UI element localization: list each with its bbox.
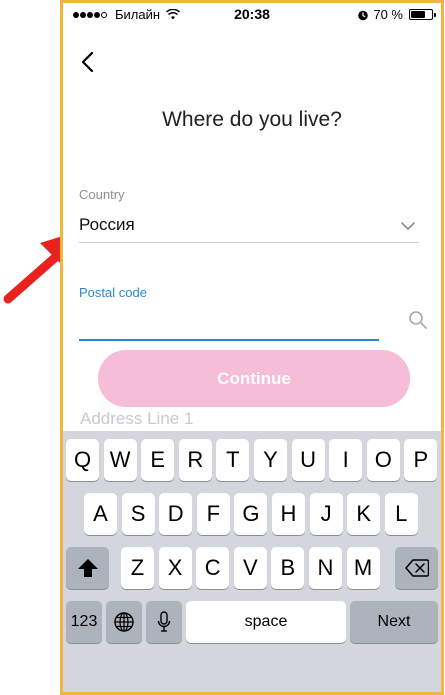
key-s[interactable]: S [121,493,155,535]
shift-key[interactable] [66,547,109,589]
key-n[interactable]: N [309,547,342,589]
backspace-key[interactable] [395,547,438,589]
country-value: Россия [79,215,135,234]
search-icon[interactable] [408,310,428,330]
key-j[interactable]: J [309,493,343,535]
keyboard-row-2: ASDFGHJKL [63,493,441,537]
phone-screen: Билайн 20:38 70 % Where do you live? Cou… [60,0,444,695]
key-h[interactable]: H [272,493,305,535]
keyboard-row-1: QWERTYUIOP [63,439,441,483]
address-line-1-field[interactable]: Address Line 1 [80,409,193,429]
key-o[interactable]: O [366,439,400,481]
key-g[interactable]: G [234,493,268,535]
key-u[interactable]: U [291,439,325,481]
key-q[interactable]: Q [66,439,99,481]
shift-icon [77,559,98,577]
postal-code-label: Postal code [79,285,147,300]
key-v[interactable]: V [233,547,267,589]
key-f[interactable]: F [196,493,230,535]
country-label: Country [79,187,125,202]
chevron-down-icon [401,222,415,230]
status-bar: Билайн 20:38 70 % [63,3,441,25]
key-m[interactable]: M [346,547,380,589]
chevron-left-icon [81,51,94,73]
alarm-icon [358,10,369,20]
key-y[interactable]: Y [254,439,287,481]
battery-level-fill [411,11,425,18]
keyboard-row-3: ZXCVBNM [63,547,441,591]
key-w[interactable]: W [103,439,137,481]
dictation-key[interactable] [146,601,182,643]
key-a[interactable]: A [84,493,117,535]
key-d[interactable]: D [159,493,193,535]
status-right: 70 % [357,7,436,22]
globe-key[interactable] [106,601,142,643]
key-k[interactable]: K [347,493,381,535]
space-key[interactable]: space [186,601,346,643]
key-l[interactable]: L [384,493,418,535]
backspace-icon [404,559,429,577]
key-c[interactable]: C [196,547,230,589]
key-z[interactable]: Z [121,547,154,589]
key-b[interactable]: B [271,547,305,589]
key-t[interactable]: T [216,439,250,481]
numbers-key[interactable]: 123 [66,601,102,643]
continue-button[interactable]: Continue [98,350,410,407]
globe-icon [114,612,134,632]
battery-icon [409,9,436,20]
country-select[interactable]: Россия [79,207,419,243]
page-title: Where do you live? [162,108,342,131]
key-i[interactable]: I [329,439,363,481]
key-e[interactable]: E [141,439,175,481]
key-p[interactable]: P [404,439,438,481]
microphone-icon [157,611,171,632]
key-x[interactable]: X [158,547,192,589]
keyboard: QWERTYUIOP ASDFGHJKL ZXCVBNM 123 space N… [63,431,441,692]
postal-code-input[interactable] [79,303,379,341]
keyboard-row-4: 123 space Next [63,601,441,645]
back-button[interactable] [77,47,101,77]
key-r[interactable]: R [178,439,212,481]
next-key[interactable]: Next [350,601,438,643]
battery-percent: 70 % [373,7,403,22]
